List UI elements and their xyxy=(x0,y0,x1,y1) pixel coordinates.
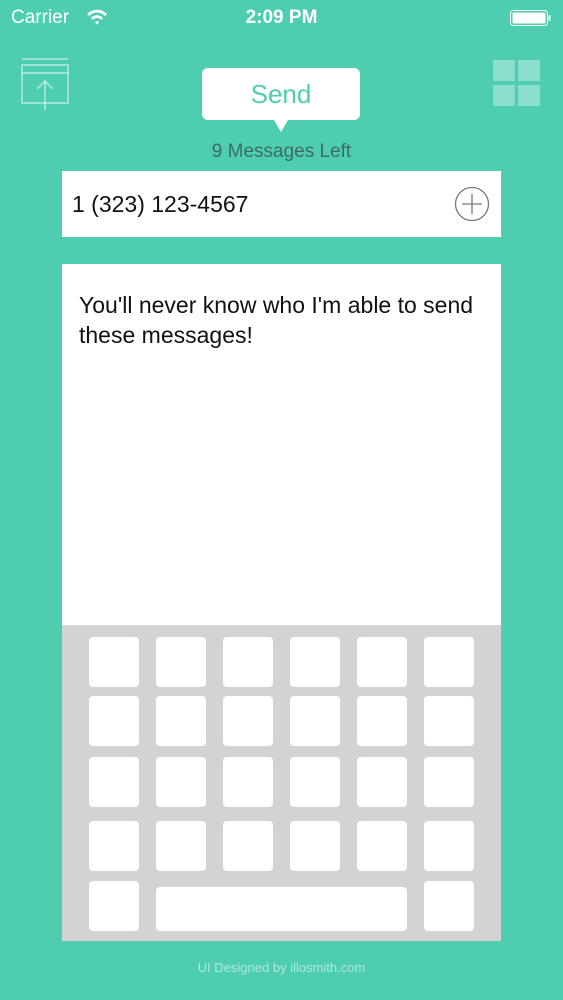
phone-number-field[interactable]: 1 (323) 123-4567 xyxy=(62,171,501,237)
phone-number-value[interactable]: 1 (323) 123-4567 xyxy=(72,191,248,218)
keyboard-key[interactable] xyxy=(424,881,474,931)
keyboard-key[interactable] xyxy=(357,637,407,687)
keyboard-key[interactable] xyxy=(290,757,340,807)
keyboard-key[interactable] xyxy=(357,696,407,746)
keyboard-key[interactable] xyxy=(156,757,206,807)
keyboard-key[interactable] xyxy=(89,757,139,807)
keyboard-key[interactable] xyxy=(223,821,273,871)
keyboard-key[interactable] xyxy=(156,696,206,746)
keyboard-key[interactable] xyxy=(89,881,139,931)
keyboard-key[interactable] xyxy=(156,637,206,687)
keyboard-key[interactable] xyxy=(424,637,474,687)
designer-credit: UI Designed by illosmith.com xyxy=(197,960,366,975)
keyboard-key[interactable] xyxy=(89,637,139,687)
keyboard-key[interactable] xyxy=(223,637,273,687)
plus-circle-icon[interactable] xyxy=(454,186,490,222)
grid-icon[interactable] xyxy=(493,60,541,107)
keyboard-key[interactable] xyxy=(290,821,340,871)
grid-square xyxy=(493,60,515,81)
grid-square xyxy=(518,85,540,106)
keyboard xyxy=(62,625,501,941)
keyboard-key[interactable] xyxy=(89,696,139,746)
share-icon[interactable] xyxy=(20,57,70,111)
status-bar: Carrier 2:09 PM xyxy=(0,0,563,36)
keyboard-key[interactable] xyxy=(424,696,474,746)
status-time: 2:09 PM xyxy=(245,7,318,28)
message-text[interactable]: You'll never know who I'm able to send t… xyxy=(79,290,479,350)
battery-icon xyxy=(510,10,551,26)
keyboard-key[interactable] xyxy=(156,821,206,871)
keyboard-key[interactable] xyxy=(357,821,407,871)
send-button[interactable]: Send xyxy=(202,68,360,132)
keyboard-key[interactable] xyxy=(290,696,340,746)
space-key[interactable] xyxy=(156,887,407,931)
keyboard-key[interactable] xyxy=(357,757,407,807)
keyboard-key[interactable] xyxy=(290,637,340,687)
keyboard-key[interactable] xyxy=(424,757,474,807)
messages-left-label: 9 Messages Left xyxy=(211,141,352,162)
keyboard-key[interactable] xyxy=(223,696,273,746)
grid-square xyxy=(493,85,515,106)
grid-square xyxy=(518,60,540,81)
keyboard-key[interactable] xyxy=(223,757,273,807)
message-textarea[interactable]: You'll never know who I'm able to send t… xyxy=(62,264,501,625)
keyboard-key[interactable] xyxy=(424,821,474,871)
keyboard-key[interactable] xyxy=(89,821,139,871)
